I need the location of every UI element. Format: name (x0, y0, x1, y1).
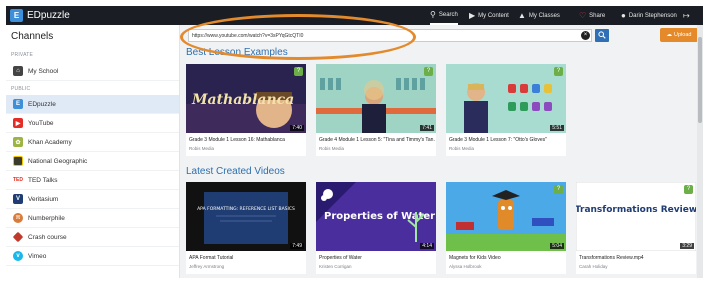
duration-badge: 7:40 (290, 125, 304, 131)
sidebar-title: Channels (11, 31, 54, 42)
youtube-icon: ▶ (13, 118, 23, 128)
nav-my-classes[interactable]: ▲ My Classes (518, 6, 560, 25)
duration-badge: 5:51 (550, 125, 564, 131)
video-title: Grade 3 Module 1 Lesson 7: "Otto's Glove… (449, 137, 547, 143)
video-author: Robis Media (319, 146, 345, 151)
video-card[interactable]: Mathablanca ? 7:40 Grade 3 Module 1 Less… (186, 64, 306, 156)
sidebar-item-my-school[interactable]: ⌂ My School (6, 62, 179, 81)
video-author: Alyssa Holbrook (449, 264, 482, 269)
video-title: Grade 3 Module 1 Lesson 16: Mathablanca (189, 137, 285, 143)
search-icon: ⚲ (430, 9, 436, 19)
video-thumbnail: APA FORMATTING: REFERENCE LIST BASICS 7:… (186, 182, 306, 251)
video-author: Kristen Corrigan (319, 264, 352, 269)
verified-check-icon: ? (684, 185, 693, 194)
graduation-cap-icon: ▲ (518, 10, 526, 20)
video-card[interactable]: Properties of Water 4:14 Properties of W… (316, 182, 436, 274)
video-title: Magnets for Kids Video (449, 255, 501, 261)
scrollbar-thumb[interactable] (698, 37, 702, 123)
logout-button[interactable]: ↦ (683, 6, 693, 25)
clear-search-icon[interactable]: × (581, 31, 590, 40)
veritasium-icon: V (13, 194, 23, 204)
cloud-upload-icon: ☁ (666, 32, 673, 38)
national-geographic-icon (13, 156, 23, 166)
video-thumbnail: ? 5:51 (446, 64, 566, 133)
brand-name: EDpuzzle (27, 10, 70, 21)
video-title: APA Format Tutorial (189, 255, 234, 261)
video-author: Carah Holiday (579, 264, 608, 269)
sidebar-item-numberphile[interactable]: π Numberphile (6, 209, 179, 228)
verified-check-icon: ? (554, 185, 563, 194)
school-icon: ⌂ (13, 66, 23, 76)
nav-share[interactable]: ♡ Share (579, 6, 605, 25)
verified-check-icon: ? (294, 67, 303, 76)
brand[interactable]: E EDpuzzle (10, 9, 70, 22)
sidebar-item-vimeo[interactable]: v Vimeo (6, 247, 179, 266)
edpuzzle-logo-icon: E (10, 9, 23, 22)
user-icon: ● (621, 10, 626, 20)
channels-sidebar: Channels PRIVATE ⌂ My School PUBLIC E ED… (6, 25, 180, 278)
search-button[interactable] (595, 29, 609, 42)
thumb-title: APA FORMATTING: REFERENCE LIST BASICS (197, 206, 295, 212)
sidebar-item-veritasium[interactable]: V Veritasium (6, 190, 179, 209)
nav-search[interactable]: ⚲ Search (430, 6, 458, 25)
edpuzzle-icon: E (13, 99, 23, 109)
verified-check-icon: ? (554, 67, 563, 76)
numberphile-icon: π (13, 213, 23, 223)
heart-icon: ♡ (579, 10, 587, 20)
sidebar-item-youtube[interactable]: ▶ YouTube (6, 114, 179, 133)
ted-icon: TED (13, 177, 23, 183)
sidebar-item-crash-course[interactable]: Crash course (6, 228, 179, 247)
video-card[interactable]: ? 5:04 Magnets for Kids Video Alyssa Hol… (446, 182, 566, 274)
video-title: Grade 4 Module 1 Lesson 5: "Tina and Tim… (319, 137, 435, 143)
crash-course-icon (12, 231, 24, 243)
video-title: Properties of Water (319, 255, 362, 261)
app-window: E EDpuzzle ⚲ Search ▶ My Content ▲ My Cl… (6, 6, 703, 278)
sidebar-item-national-geographic[interactable]: National Geographic (6, 152, 179, 171)
sidebar-item-khan-academy[interactable]: ✿ Khan Academy (6, 133, 179, 152)
search-icon (598, 31, 606, 39)
video-thumbnail: Mathablanca ? 7:40 (186, 64, 306, 133)
sidebar-item-ted-talks[interactable]: TED TED Talks (6, 171, 179, 190)
logout-icon: ↦ (683, 10, 690, 20)
duration-badge: 3:29 (680, 243, 694, 249)
video-card[interactable]: APA FORMATTING: REFERENCE LIST BASICS 7:… (186, 182, 306, 274)
highlight-annotation (180, 14, 416, 60)
duration-badge: 5:04 (550, 243, 564, 249)
nav-user-menu[interactable]: ● Darin Stephenson (621, 6, 677, 25)
video-author: Jeffrey Armstrong (189, 264, 225, 269)
nav-my-content[interactable]: ▶ My Content (469, 6, 509, 25)
duration-badge: 7:41 (420, 125, 434, 131)
video-thumbnail: Transformations Review ? 3:29 (576, 182, 696, 251)
thumb-title: Transformations Review (576, 205, 696, 215)
section-label-public: PUBLIC (11, 86, 31, 92)
thumb-title: Mathablanca (191, 92, 294, 108)
play-circle-icon: ▶ (469, 10, 476, 20)
video-card[interactable]: ? 5:51 Grade 3 Module 1 Lesson 7: "Otto'… (446, 64, 566, 156)
video-card[interactable]: ? 7:41 Grade 4 Module 1 Lesson 5: "Tina … (316, 64, 436, 156)
sidebar-item-edpuzzle[interactable]: E EDpuzzle (6, 95, 179, 114)
khan-academy-icon: ✿ (13, 137, 23, 147)
verified-check-icon: ? (424, 67, 433, 76)
video-author: Robis Media (449, 146, 475, 151)
video-thumbnail: Properties of Water 4:14 (316, 182, 436, 251)
section-title-latest-videos: Latest Created Videos (186, 166, 285, 177)
vimeo-icon: v (13, 251, 23, 261)
video-title: Transformations Review.mp4 (579, 255, 644, 261)
duration-badge: 7:49 (290, 243, 304, 249)
video-thumbnail: ? 5:04 (446, 182, 566, 251)
video-card[interactable]: Transformations Review ? 3:29 Transforma… (576, 182, 696, 274)
video-thumbnail: ? 7:41 (316, 64, 436, 133)
upload-button[interactable]: ☁ Upload (660, 28, 698, 42)
vertical-scrollbar[interactable] (697, 25, 703, 278)
duration-badge: 4:14 (420, 243, 434, 249)
video-author: Robis Media (189, 146, 215, 151)
section-label-private: PRIVATE (11, 52, 34, 58)
